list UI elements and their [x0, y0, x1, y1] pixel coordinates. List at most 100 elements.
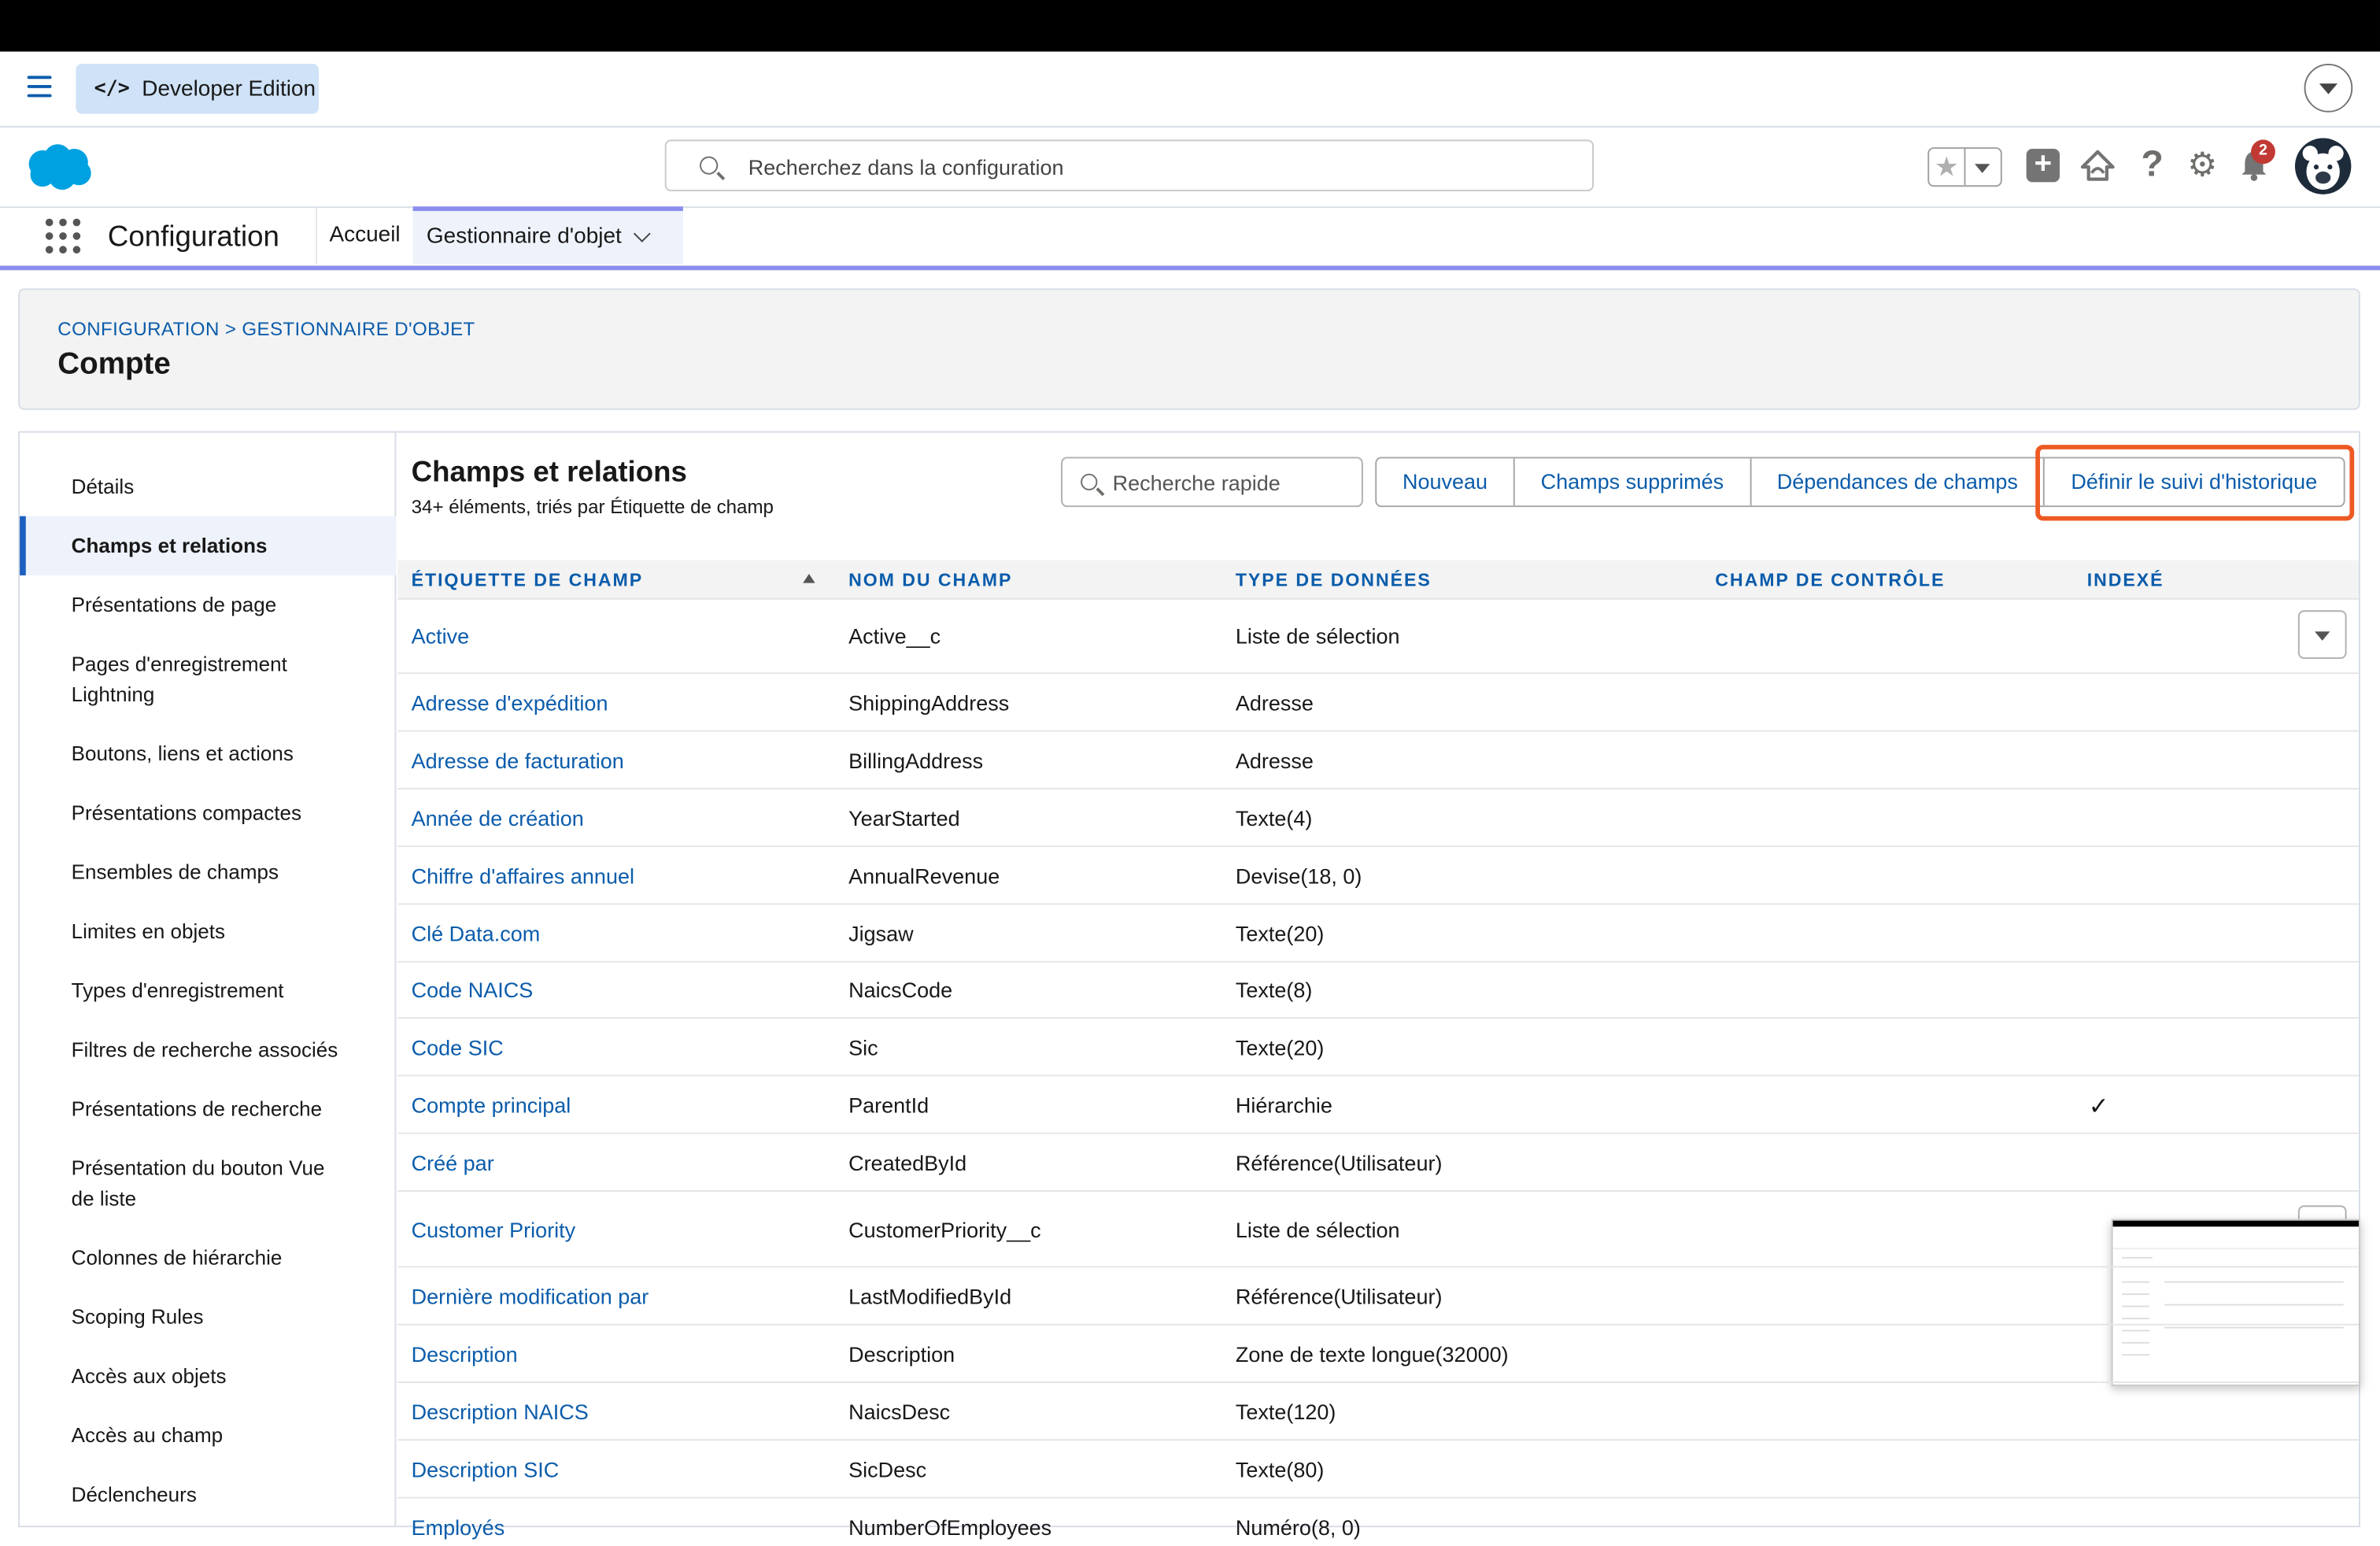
field-api-name: SicDesc	[848, 1457, 927, 1482]
help-icon[interactable]: ?	[2134, 146, 2171, 183]
field-api-name: Active__c	[848, 623, 941, 649]
field-api-name: CustomerPriority__c	[848, 1217, 1041, 1242]
field-label-link[interactable]: Code SIC	[412, 1035, 504, 1060]
field-label-link[interactable]: Active	[412, 624, 470, 649]
sort-ascending-icon[interactable]	[803, 573, 815, 583]
field-data-type: Texte(120)	[1235, 1400, 1336, 1424]
sidebar-item-hierarchy-columns[interactable]: Colonnes de hiérarchie	[72, 1243, 375, 1274]
field-label-link[interactable]: Adresse d'expédition	[412, 690, 608, 715]
search-placeholder: Recherchez dans la configuration	[748, 154, 1064, 179]
sidebar-item-field-sets[interactable]: Ensembles de champs	[72, 858, 375, 889]
field-api-name: ParentId	[848, 1093, 929, 1118]
field-api-name: AnnualRevenue	[848, 864, 1000, 889]
column-header-indexed[interactable]: INDEXÉ	[2087, 569, 2164, 590]
table-row	[397, 1383, 2359, 1441]
field-dependencies-button[interactable]: Dépendances de champs	[1751, 458, 2046, 506]
global-actions-plus-icon[interactable]: +	[2026, 148, 2060, 183]
sidebar-item-lightning-pages[interactable]: Pages d'enregistrement Lightning	[72, 649, 330, 710]
field-label-link[interactable]: Employés	[412, 1515, 505, 1540]
page-title: Compte	[57, 347, 171, 382]
column-header-controlling-field[interactable]: CHAMP DE CONTRÔLE	[1715, 569, 1945, 590]
field-api-name: BillingAddress	[848, 748, 984, 773]
field-label-link[interactable]: Clé Data.com	[412, 922, 541, 946]
developer-bar	[0, 51, 2380, 128]
sidebar-item-record-types[interactable]: Types d'enregistrement	[72, 976, 375, 1007]
field-label-link[interactable]: Chiffre d'affaires annuel	[412, 864, 634, 888]
quick-search-input[interactable]: Recherche rapide	[1061, 457, 1363, 508]
field-label-link[interactable]: Année de création	[412, 806, 584, 830]
sidebar-item-field-access[interactable]: Accès au champ	[72, 1421, 375, 1452]
field-label-link[interactable]: Description	[412, 1342, 518, 1367]
sidebar-item-lookup-filters[interactable]: Filtres de recherche associés	[72, 1035, 375, 1066]
page-header	[18, 288, 2360, 410]
field-label-link[interactable]: Code NAICS	[412, 978, 534, 1002]
field-api-name: YearStarted	[848, 806, 960, 830]
table-row	[397, 1498, 2359, 1545]
gear-icon[interactable]: ⚙	[2184, 146, 2220, 183]
tab-gestionnaire-objet[interactable]: Gestionnaire d'objet	[412, 206, 683, 264]
sidebar-item-search-layouts[interactable]: Présentations de recherche	[72, 1094, 375, 1125]
window-top-bar	[0, 0, 2380, 52]
field-data-type: Texte(20)	[1235, 921, 1325, 946]
section-subtitle: 34+ éléments, triés par Étiquette de cha…	[411, 496, 774, 518]
favorites-button-group[interactable]: ★	[1927, 147, 2002, 187]
sidebar-item-list-view-button[interactable]: Présentation du bouton Vue de liste	[72, 1154, 345, 1215]
field-api-name: Jigsaw	[848, 921, 914, 946]
field-label-link[interactable]: Dernière modification par	[412, 1285, 649, 1309]
star-icon[interactable]: ★	[1929, 148, 1966, 186]
field-api-name: NaicsDesc	[848, 1400, 951, 1424]
table-row	[397, 1441, 2359, 1499]
sidebar-item-object-access[interactable]: Accès aux objets	[72, 1362, 375, 1393]
sidebar-item-triggers[interactable]: Déclencheurs	[72, 1480, 375, 1511]
table-row	[397, 904, 2359, 963]
row-actions-dropdown-icon[interactable]	[2297, 610, 2347, 659]
field-data-type: Zone de texte longue(32000)	[1235, 1341, 1509, 1367]
field-data-type: Référence(Utilisateur)	[1235, 1284, 1443, 1309]
field-api-name: LastModifiedById	[848, 1284, 1012, 1309]
field-data-type: Devise(18, 0)	[1235, 864, 1362, 889]
table-row	[397, 790, 2359, 848]
field-data-type: Adresse	[1235, 690, 1314, 716]
tab-accueil[interactable]: Accueil	[316, 208, 414, 264]
table-row	[397, 732, 2359, 790]
sidebar-item-scoping-rules[interactable]: Scoping Rules	[72, 1303, 375, 1333]
field-label-link[interactable]: Description NAICS	[412, 1400, 589, 1424]
sidebar-item-compact-layouts[interactable]: Présentations compactes	[72, 798, 375, 829]
breadcrumb[interactable]: CONFIGURATION > GESTIONNAIRE D'OBJET	[57, 319, 475, 340]
developer-edition-badge[interactable]: </> Developer Edition	[76, 63, 319, 114]
app-launcher-icon[interactable]	[45, 218, 82, 255]
sidebar-item-object-limits[interactable]: Limites en objets	[72, 917, 375, 948]
setup-search-input[interactable]: Recherchez dans la configuration	[664, 139, 1594, 191]
column-header-data-type[interactable]: TYPE DE DONNÉES	[1236, 569, 1432, 590]
trailhead-icon[interactable]	[2079, 149, 2116, 182]
field-data-type: Adresse	[1235, 748, 1314, 773]
deleted-fields-button[interactable]: Champs supprimés	[1515, 458, 1751, 506]
sidebar-item-page-layouts[interactable]: Présentations de page	[72, 590, 375, 621]
salesforce-logo[interactable]	[24, 142, 94, 191]
field-api-name: CreatedById	[848, 1150, 967, 1175]
field-label-link[interactable]: Adresse de facturation	[412, 749, 624, 773]
field-data-type: Texte(4)	[1235, 806, 1313, 830]
field-label-link[interactable]: Créé par	[412, 1151, 494, 1175]
tab-label: Gestionnaire d'objet	[426, 224, 622, 250]
sidebar-item-buttons-links[interactable]: Boutons, liens et actions	[72, 739, 375, 770]
new-field-button[interactable]: Nouveau	[1377, 458, 1515, 506]
field-data-type: Texte(80)	[1235, 1457, 1325, 1482]
chevron-down-circle-icon[interactable]	[2304, 63, 2353, 113]
sidebar-item-details[interactable]: Détails	[72, 472, 375, 503]
table-row	[397, 847, 2359, 905]
favorites-dropdown-icon[interactable]	[1965, 149, 2000, 185]
user-avatar[interactable]	[2294, 138, 2352, 194]
app-name: Configuration	[107, 221, 279, 254]
chevron-down-icon[interactable]	[633, 225, 651, 242]
column-header-field-label[interactable]: ÉTIQUETTE DE CHAMP	[412, 569, 643, 590]
menu-icon[interactable]	[27, 76, 52, 98]
field-label-link[interactable]: Description SIC	[412, 1457, 560, 1481]
column-header-field-name[interactable]: NOM DU CHAMP	[848, 569, 1012, 590]
sidebar-item-fields-relations[interactable]: Champs et relations	[72, 531, 375, 562]
field-label-link[interactable]: Customer Priority	[412, 1218, 576, 1242]
notification-count-badge: 2	[2251, 139, 2275, 165]
field-data-type: Texte(20)	[1235, 1035, 1325, 1060]
indexed-check-icon: ✓	[2088, 1094, 2109, 1121]
field-label-link[interactable]: Compte principal	[412, 1093, 571, 1118]
